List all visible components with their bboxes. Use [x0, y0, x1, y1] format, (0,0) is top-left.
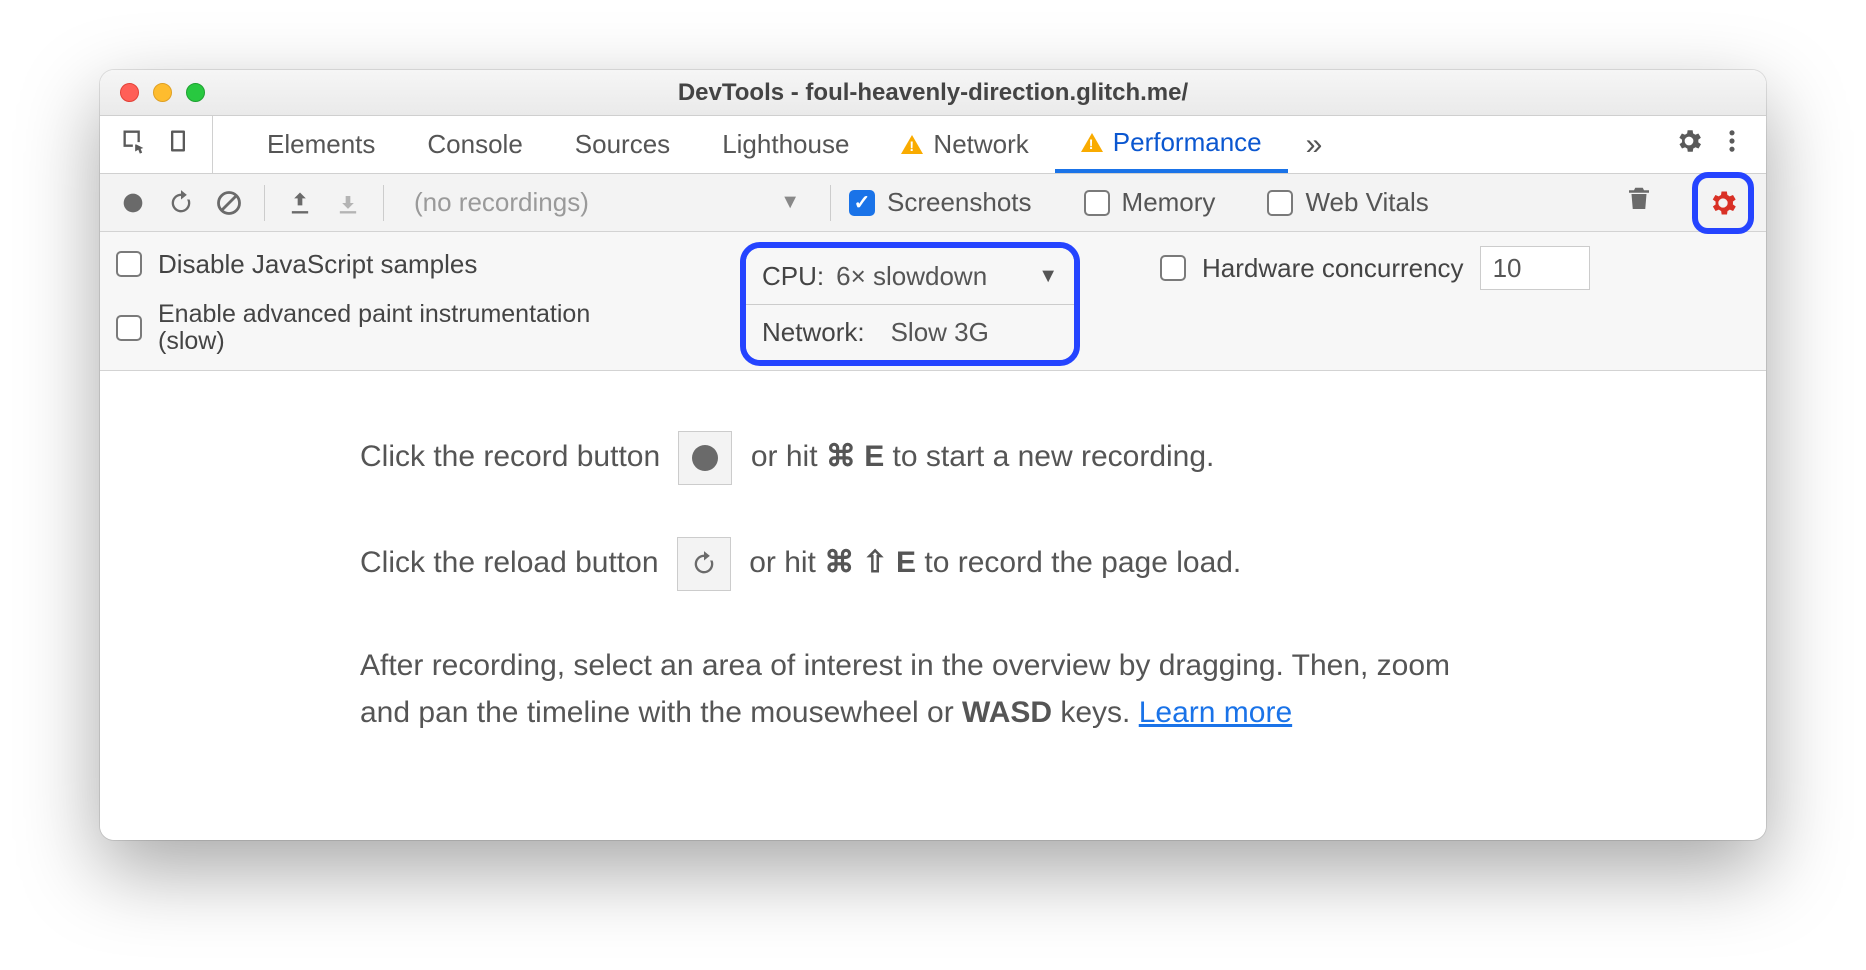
- record-button[interactable]: [116, 189, 150, 217]
- web-vitals-checkbox[interactable]: Web Vitals: [1267, 187, 1428, 218]
- hint-reload: Click the reload button or hit ⌘ ⇧ E to …: [360, 537, 1506, 591]
- more-tabs-button[interactable]: »: [1288, 116, 1341, 173]
- cpu-throttle-select[interactable]: CPU: 6× slowdown ▼: [746, 248, 1074, 304]
- window-title: DevTools - foul-heavenly-direction.glitc…: [678, 79, 1188, 107]
- tab-elements[interactable]: Elements: [241, 116, 401, 173]
- adv-paint-label: Enable advanced paint instrumentation (s…: [158, 301, 590, 356]
- record-button-inline[interactable]: [678, 431, 732, 485]
- inspect-element-icon[interactable]: [120, 127, 148, 162]
- disable-js-label: Disable JavaScript samples: [158, 249, 477, 280]
- tab-console[interactable]: Console: [401, 116, 548, 173]
- performance-toolbar: (no recordings) ▼ Screenshots Memory Web…: [100, 174, 1766, 232]
- recordings-dropdown[interactable]: (no recordings) ▼: [402, 187, 812, 218]
- chevron-down-icon: ▼: [780, 191, 800, 214]
- network-throttle-select[interactable]: Network: Slow 3G: [746, 304, 1074, 360]
- warning-icon: [901, 135, 923, 154]
- reload-button-inline[interactable]: [677, 537, 731, 591]
- window-controls: [120, 83, 205, 102]
- collect-garbage-button[interactable]: [1624, 184, 1654, 221]
- tab-sources[interactable]: Sources: [549, 116, 696, 173]
- minimize-window-button[interactable]: [153, 83, 172, 102]
- zoom-window-button[interactable]: [186, 83, 205, 102]
- load-profile-button[interactable]: [283, 189, 317, 217]
- recordings-placeholder: (no recordings): [414, 187, 589, 218]
- hint-navigate: After recording, select an area of inter…: [360, 643, 1506, 736]
- hw-concurrency-input[interactable]: 10: [1480, 246, 1590, 290]
- performance-empty-state: Click the record button or hit ⌘ E to st…: [100, 371, 1766, 840]
- adv-paint-checkbox[interactable]: [116, 315, 142, 341]
- hw-concurrency-checkbox[interactable]: [1160, 255, 1186, 281]
- clear-button[interactable]: [212, 189, 246, 217]
- save-profile-button[interactable]: [331, 189, 365, 217]
- hint-record: Click the record button or hit ⌘ E to st…: [360, 431, 1506, 485]
- throttling-highlight: CPU: 6× slowdown ▼ Network: Slow 3G: [740, 242, 1080, 366]
- tab-lighthouse[interactable]: Lighthouse: [696, 116, 875, 173]
- chevron-down-icon: ▼: [1038, 265, 1058, 288]
- capture-settings-panel: Disable JavaScript samples Enable advanc…: [100, 232, 1766, 371]
- close-window-button[interactable]: [120, 83, 139, 102]
- tab-network[interactable]: Network: [875, 116, 1054, 173]
- learn-more-link[interactable]: Learn more: [1139, 696, 1292, 729]
- capture-settings-gear-highlight[interactable]: [1692, 172, 1754, 234]
- settings-icon[interactable]: [1674, 126, 1704, 163]
- titlebar: DevTools - foul-heavenly-direction.glitc…: [100, 70, 1766, 116]
- screenshots-checkbox[interactable]: Screenshots: [849, 187, 1032, 218]
- memory-checkbox[interactable]: Memory: [1084, 187, 1216, 218]
- tab-performance[interactable]: Performance: [1055, 116, 1288, 173]
- warning-icon: [1081, 133, 1103, 152]
- kebab-menu-icon[interactable]: [1718, 127, 1746, 162]
- disable-js-checkbox[interactable]: [116, 251, 142, 277]
- device-toolbar-icon[interactable]: [164, 127, 192, 162]
- devtools-window: DevTools - foul-heavenly-direction.glitc…: [100, 70, 1766, 840]
- panel-tabs-bar: Elements Console Sources Lighthouse Netw…: [100, 116, 1766, 174]
- hw-concurrency-label: Hardware concurrency: [1202, 253, 1464, 284]
- reload-record-button[interactable]: [164, 189, 198, 217]
